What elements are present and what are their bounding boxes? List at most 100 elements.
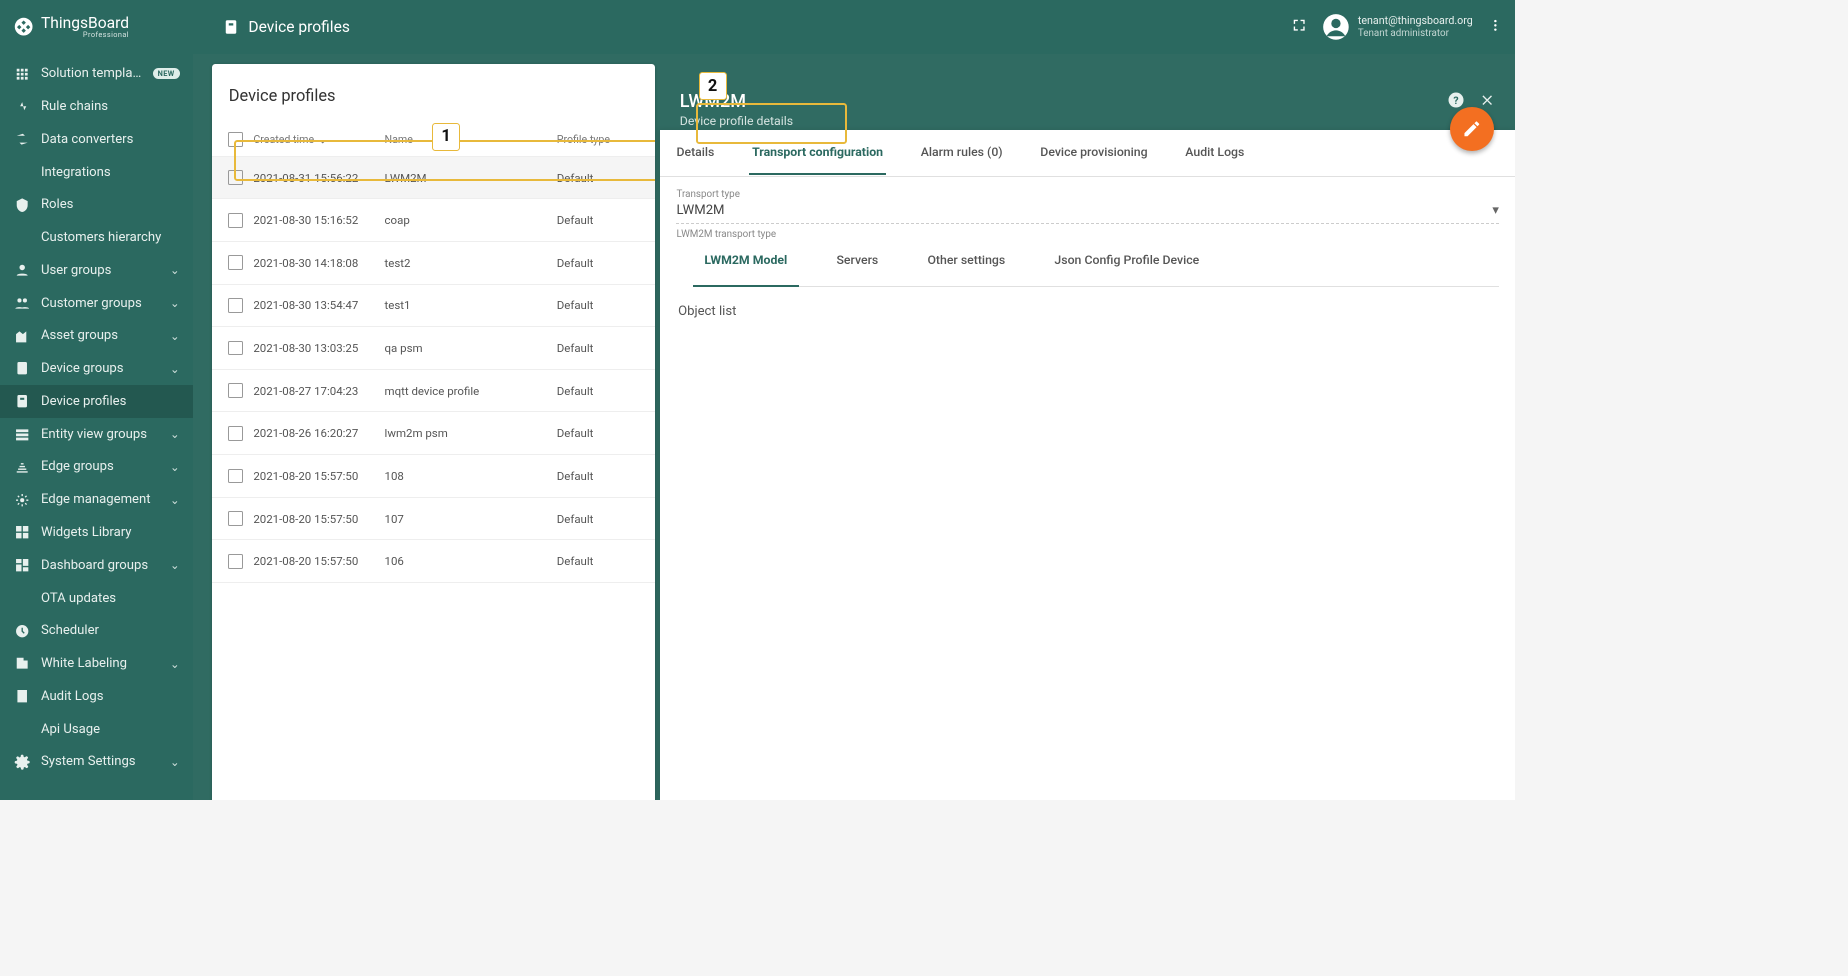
tab-details[interactable]: Details	[673, 131, 717, 175]
col-profile-type[interactable]: Profile type	[557, 133, 651, 146]
devices-icon	[13, 360, 31, 376]
cell-name: lwm2m psm	[385, 426, 557, 440]
sidebar-item-device-profiles[interactable]: Device profiles	[0, 385, 193, 418]
more-icon[interactable]	[1488, 18, 1503, 37]
table-row[interactable]: 2021-08-30 13:03:25qa psmDefault	[212, 327, 655, 370]
cell-name: test1	[385, 298, 557, 312]
table-row[interactable]: 2021-08-27 17:04:23mqtt device profileDe…	[212, 370, 655, 413]
cell-created: 2021-08-20 15:57:50	[253, 512, 384, 526]
table-row[interactable]: 2021-08-30 14:18:08test2Default	[212, 242, 655, 285]
thingsboard-icon	[13, 16, 34, 37]
sidebar-item-audit-logs[interactable]: Audit Logs	[0, 680, 193, 713]
transport-type-select[interactable]: LWM2M ▾	[676, 203, 1499, 224]
cell-type: Default	[557, 298, 651, 312]
sidebar-item-customer-groups[interactable]: Customer groups⌄	[0, 287, 193, 320]
subtab-other[interactable]: Other settings	[927, 254, 1005, 276]
select-all-checkbox[interactable]	[228, 132, 243, 147]
chevron-down-icon: ⌄	[170, 657, 180, 671]
subtab-json[interactable]: Json Config Profile Device	[1054, 254, 1199, 276]
brand-name: ThingsBoard	[41, 16, 129, 32]
table-row[interactable]: 2021-08-30 15:16:52coapDefault	[212, 199, 655, 242]
row-checkbox[interactable]	[228, 170, 243, 185]
detail-subtitle: Device profile details	[680, 115, 1447, 129]
subtab-servers[interactable]: Servers	[836, 254, 878, 276]
sidebar-item-integrations[interactable]: Integrations	[0, 156, 193, 189]
sidebar-item-customers-hierarchy[interactable]: Customers hierarchy	[0, 221, 193, 254]
chevron-down-icon: ⌄	[170, 263, 180, 277]
row-checkbox[interactable]	[228, 383, 243, 398]
audit-icon	[13, 688, 31, 704]
sidebar-item-solution-templates[interactable]: Solution templatesNEW	[0, 57, 193, 90]
cell-created: 2021-08-30 13:03:25	[253, 341, 384, 355]
row-checkbox[interactable]	[228, 255, 243, 270]
sidebar-item-edge-management[interactable]: Edge management⌄	[0, 483, 193, 516]
table-row[interactable]: 2021-08-20 15:57:50106Default	[212, 540, 655, 583]
sidebar-item-label: Integrations	[41, 165, 180, 180]
sidebar-item-label: Device profiles	[41, 394, 180, 409]
cell-type: Default	[557, 384, 651, 398]
sidebar-item-white-labeling[interactable]: White Labeling⌄	[0, 647, 193, 680]
sidebar-item-asset-groups[interactable]: Asset groups⌄	[0, 320, 193, 353]
sidebar-item-roles[interactable]: Roles	[0, 188, 193, 221]
sidebar-item-user-groups[interactable]: User groups⌄	[0, 254, 193, 287]
account-role: Tenant administrator	[1358, 28, 1473, 41]
account-menu[interactable]: tenant@thingsboard.org Tenant administra…	[1322, 13, 1473, 41]
detail-title: LWM2M	[680, 91, 1447, 112]
topbar: ThingsBoard Professional Device profiles…	[0, 0, 1515, 54]
col-name[interactable]: Name	[385, 133, 557, 146]
cell-created: 2021-08-20 15:57:50	[253, 469, 384, 483]
cell-type: Default	[557, 213, 651, 227]
row-checkbox[interactable]	[228, 341, 243, 356]
cell-created: 2021-08-30 14:18:08	[253, 256, 384, 270]
sidebar-item-system-settings[interactable]: System Settings⌄	[0, 745, 193, 778]
dashboards-icon	[13, 557, 31, 573]
row-checkbox[interactable]	[228, 469, 243, 484]
scheduler-icon	[13, 623, 31, 639]
row-checkbox[interactable]	[228, 554, 243, 569]
fullscreen-icon[interactable]	[1291, 17, 1307, 37]
sidebar-item-rule-chains[interactable]: Rule chains	[0, 90, 193, 123]
deviceprofiles-icon	[13, 393, 31, 409]
sidebar-item-label: Entity view groups	[41, 427, 160, 442]
topbar-actions: tenant@thingsboard.org Tenant administra…	[1291, 13, 1503, 41]
ota-icon	[13, 590, 31, 606]
logo-block: ThingsBoard Professional	[13, 16, 193, 39]
cell-name: test2	[385, 256, 557, 270]
tab-provisioning[interactable]: Device provisioning	[1037, 131, 1151, 175]
rulechains-icon	[13, 98, 31, 114]
sidebar-item-dashboard-groups[interactable]: Dashboard groups⌄	[0, 549, 193, 582]
row-checkbox[interactable]	[228, 426, 243, 441]
edit-fab[interactable]	[1450, 107, 1494, 151]
object-list-label: Object list	[678, 304, 1499, 319]
edge-icon	[13, 459, 31, 475]
subtab-model[interactable]: LWM2M Model	[704, 254, 787, 276]
table-row[interactable]: 2021-08-20 15:57:50107Default	[212, 498, 655, 541]
cell-type: Default	[557, 512, 651, 526]
device-profiles-card: Device profiles Created time Name Profil…	[212, 64, 655, 800]
table-row[interactable]: 2021-08-30 13:54:47test1Default	[212, 285, 655, 328]
sidebar-item-entity-view-groups[interactable]: Entity view groups ⌄	[0, 418, 193, 451]
sidebar-item-edge-groups[interactable]: Edge groups⌄	[0, 451, 193, 484]
transport-type-value: LWM2M	[676, 203, 724, 218]
tab-audit-logs[interactable]: Audit Logs	[1182, 131, 1248, 175]
sidebar-item-scheduler[interactable]: Scheduler	[0, 614, 193, 647]
chevron-down-icon: ⌄	[170, 427, 180, 441]
sidebar-item-widgets-library[interactable]: Widgets Library	[0, 516, 193, 549]
table-row[interactable]: 2021-08-26 16:20:27lwm2m psmDefault	[212, 412, 655, 455]
table-row[interactable]: 2021-08-20 15:57:50108Default	[212, 455, 655, 498]
tab-alarm-rules[interactable]: Alarm rules (0)	[917, 131, 1005, 175]
col-created[interactable]: Created time	[253, 133, 384, 146]
table-row[interactable]: 2021-08-31 15:56:22LWM2MDefault	[212, 157, 655, 200]
row-checkbox[interactable]	[228, 298, 243, 313]
row-checkbox[interactable]	[228, 511, 243, 526]
row-checkbox[interactable]	[228, 213, 243, 228]
sidebar-item-device-groups[interactable]: Device groups⌄	[0, 352, 193, 385]
sidebar-item-ota-updates[interactable]: OTA updates	[0, 582, 193, 615]
sidebar-item-data-converters[interactable]: Data converters	[0, 123, 193, 156]
sidebar-item-label: OTA updates	[41, 591, 180, 606]
tab-transport[interactable]: Transport configuration	[749, 131, 887, 175]
detail-panel: Details Transport configuration Alarm ru…	[660, 130, 1515, 801]
logo[interactable]: ThingsBoard Professional	[13, 16, 129, 39]
sidebar-item-api-usage[interactable]: Api Usage	[0, 713, 193, 746]
page-title: Device profiles	[222, 18, 350, 36]
